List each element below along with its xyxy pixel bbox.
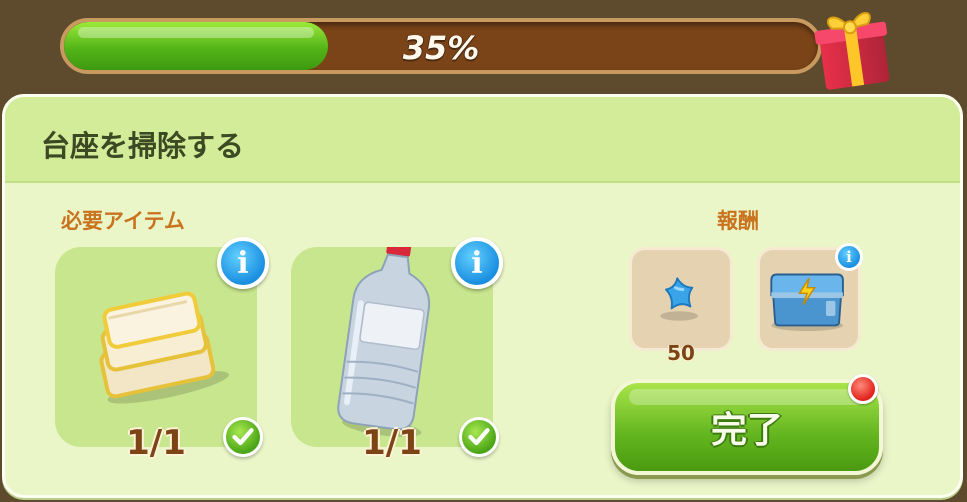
reward-amount: 50 [667,341,695,365]
reward-card-stars[interactable] [629,247,733,351]
progress-bar: 35% [60,18,822,74]
complete-button-label: 完了 [710,410,783,451]
notification-dot [848,374,878,404]
required-item-card-cloth[interactable]: i 1/1 [55,237,269,463]
info-icon[interactable]: i [451,237,503,289]
progress-percent-text: 35% [402,29,480,67]
blue-star-icon [660,277,698,321]
task-title: 台座を掃除する [41,129,245,163]
required-item-card-bottle[interactable]: i 1/1 [291,237,503,463]
complete-button[interactable]: 完了 [611,379,883,475]
gift-box-icon[interactable] [806,0,902,96]
check-icon [459,417,499,457]
check-icon [223,417,263,457]
info-icon[interactable]: i [835,243,863,271]
task-panel: 台座を掃除する 必要アイテム 報酬 i 1/1 i 1/1 50 i 完了 [2,94,963,498]
reward-label: 報酬 [717,209,759,233]
panel-header: 台座を掃除する [5,97,960,183]
info-icon[interactable]: i [217,237,269,289]
required-items-label: 必要アイテム [61,209,185,233]
